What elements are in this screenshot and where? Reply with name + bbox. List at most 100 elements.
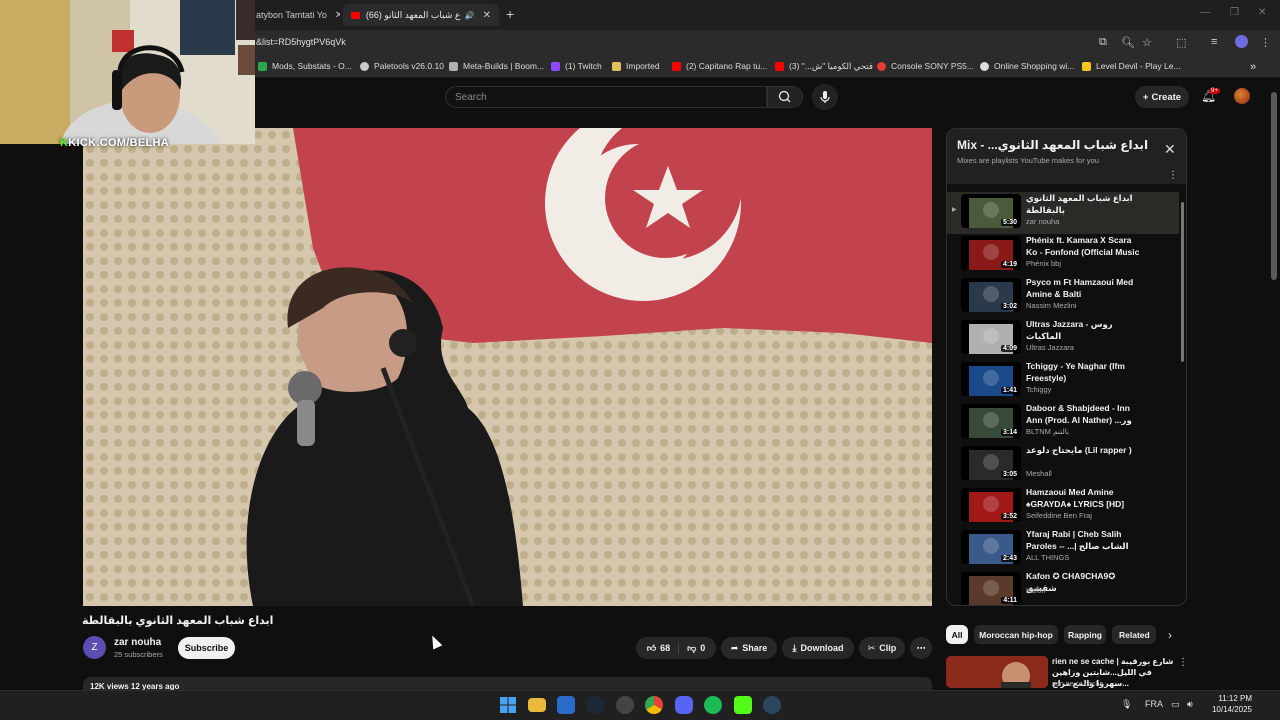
bookmark-icon — [1082, 61, 1091, 71]
star-icon[interactable]: ☆ — [1142, 36, 1152, 49]
file-explorer-icon[interactable] — [528, 698, 546, 712]
bookmark-item[interactable]: Imported — [612, 61, 660, 71]
bookmark-item[interactable]: Mods, Substats - O... — [258, 61, 352, 71]
maximize-icon[interactable]: ❐ — [1230, 7, 1239, 18]
chrome-icon[interactable] — [645, 696, 663, 714]
bookmark-item[interactable]: فتحي الكوميا "ش..." (3) — [775, 61, 873, 72]
settings-icon[interactable] — [616, 696, 634, 714]
bookmark-item[interactable]: Meta-Builds | Boom... — [449, 61, 544, 71]
browser-menu-icon[interactable]: ⋮ — [1260, 36, 1271, 49]
search-button[interactable] — [767, 86, 803, 108]
bookmark-icon — [980, 61, 989, 71]
discord-icon[interactable] — [675, 696, 693, 714]
bookmark-item[interactable]: (1) Twitch — [551, 61, 602, 71]
playlist-item[interactable]: 4:11 Kafon ✪ CHA9CHA9✪ شقشق Kafon — [947, 570, 1179, 605]
clip-button[interactable]: ✂ Clip — [859, 637, 905, 659]
kick-watermark: KKICK.COM/BELHA — [60, 137, 169, 149]
media-control-icon[interactable]: ≡ — [1211, 36, 1217, 48]
close-icon[interactable]: ✕ — [1164, 141, 1176, 158]
subscribe-button[interactable]: Subscribe — [178, 637, 235, 659]
playlist-item[interactable]: 3:02 Psyco m Ft Hamzaoui Med Amine & Balt… — [947, 276, 1179, 318]
playlist-thumbnail[interactable]: 4:11 — [961, 572, 1021, 605]
zoom-icon[interactable]: 🔍︎ — [1121, 36, 1135, 49]
language-indicator[interactable]: FRA — [1145, 699, 1163, 709]
chip-rapping[interactable]: Rapping — [1064, 625, 1106, 644]
bookmark-item[interactable]: Paletools v26.0.10 — [360, 61, 444, 71]
steam-icon[interactable] — [586, 696, 604, 714]
bookmark-item[interactable]: Online Shopping wi... — [980, 61, 1074, 71]
playlist-item[interactable]: 3:52 Hamzaoui Med Amine ♠GRAYDA♠ LYRICS [… — [947, 486, 1179, 528]
playlist-thumbnail[interactable]: 5:30 — [961, 194, 1021, 228]
channel-avatar[interactable]: Z — [83, 636, 106, 659]
chevron-right-icon[interactable]: › — [1168, 628, 1172, 642]
close-tab-icon[interactable]: ✕ — [483, 10, 491, 21]
volume-icon[interactable]: 🔊︎ — [1187, 699, 1193, 710]
kick-app-icon[interactable] — [734, 696, 752, 714]
new-tab-button[interactable]: + — [506, 6, 514, 22]
search-input[interactable]: Search — [445, 86, 767, 108]
playlist-item[interactable]: 4:19 Phénix ft. Kamara X Scara Ko - Fonfo… — [947, 234, 1179, 276]
tab-inactive[interactable]: atybon Tamtati Yo ✕ — [248, 4, 340, 26]
close-window-icon[interactable]: ✕ — [1258, 7, 1266, 18]
store-icon[interactable] — [557, 696, 575, 714]
playlist-thumbnail[interactable]: 4:19 — [961, 236, 1021, 270]
network-icon[interactable]: ▭ — [1171, 699, 1180, 710]
steam-app-icon[interactable] — [763, 696, 781, 714]
more-bookmarks-icon[interactable]: » — [1250, 61, 1256, 73]
playlist-item[interactable]: ▶ 5:30 ابداع شباب المعهد الثانوي بالبقالطة… — [947, 192, 1179, 234]
spotify-icon[interactable] — [704, 696, 722, 714]
mic-tray-icon[interactable]: 🎙︎ — [1121, 699, 1132, 710]
playlist-item[interactable]: 1:41 Tchiggy - Ye Naghar (Ifm Freestyle) T… — [947, 360, 1179, 402]
more-icon[interactable]: ⋮ — [1168, 170, 1178, 181]
chip-all[interactable]: All — [946, 625, 968, 644]
playlist-thumbnail[interactable]: 1:41 — [961, 362, 1021, 396]
windows-start-icon[interactable] — [499, 696, 517, 714]
voice-search-button[interactable] — [812, 84, 838, 110]
account-avatar[interactable] — [1234, 88, 1250, 104]
video-player[interactable] — [83, 128, 932, 606]
bookmark-item[interactable]: (2) Capitano Rap tu... — [672, 61, 767, 71]
chip-moroccan-hip-hop[interactable]: Moroccan hip-hop — [974, 625, 1058, 644]
playlist-thumbnail[interactable]: 3:02 — [961, 278, 1021, 312]
recommendation-channel[interactable]: rien ne se cache — [1052, 681, 1103, 688]
profile-avatar[interactable] — [1235, 35, 1248, 48]
playlist-thumbnail[interactable]: 3:14 — [961, 404, 1021, 438]
more-icon[interactable]: ⋮ — [1178, 657, 1188, 668]
extensions-icon[interactable]: ⬚ — [1176, 36, 1186, 49]
playlist-thumbnail[interactable]: 2:43 — [961, 530, 1021, 564]
close-tab-icon[interactable]: ✕ — [335, 10, 340, 21]
share-button[interactable]: ➦ Share — [721, 637, 777, 659]
playlist-scrollbar[interactable] — [1181, 202, 1184, 362]
mix-playlist-panel: Mix - ...ابداع شباب المعهد الثانوي Mixes… — [946, 128, 1187, 606]
playlist-thumbnail[interactable]: 3:52 — [961, 488, 1021, 522]
minimize-icon[interactable]: — — [1200, 7, 1210, 18]
recommendation-thumbnail[interactable] — [946, 656, 1048, 688]
playlist-item[interactable]: 4:09 Ultras Jazzara - روس الماكيات Ultras … — [947, 318, 1179, 360]
tab-active[interactable]: (66) ابداع شباب المعهد الثانو 🔊 ✕ — [343, 4, 499, 26]
channel-name[interactable]: zar nouha — [114, 637, 161, 648]
install-app-icon[interactable]: ⧉ — [1099, 36, 1107, 49]
playlist-item[interactable]: 3:14 Daboor & Shabjdeed - Inn Ann (Prod. … — [947, 402, 1179, 444]
speaker-icon[interactable]: 🔊 — [465, 11, 475, 20]
download-button[interactable]: ⤓ Download — [782, 637, 854, 659]
download-label: Download — [800, 643, 844, 653]
playlist-item[interactable]: 3:05 مايحتاج دلوعد (Lil rapper ) Meshall — [947, 444, 1179, 486]
playlist-item[interactable]: 2:43 Yfaraj Rabi | Cheb Salih Paroles -- … — [947, 528, 1179, 570]
page-scrollbar[interactable] — [1271, 92, 1277, 280]
bookmark-label: (1) Twitch — [565, 61, 602, 71]
url-text[interactable]: &list=RD5hygtPV6qVk — [256, 37, 346, 47]
chip-related[interactable]: Related — [1112, 625, 1156, 644]
like-button[interactable]: 👍︎ 68 — [647, 642, 680, 654]
more-actions-button[interactable]: ⋯ — [910, 637, 932, 659]
bookmark-item[interactable]: Level Devil - Play Le... — [1082, 61, 1181, 71]
dislike-button[interactable]: 👎︎ 0 — [683, 643, 705, 654]
bookmark-item[interactable]: Console SONY PS5... — [877, 61, 974, 71]
playlist-thumbnail[interactable]: 4:09 — [961, 320, 1021, 354]
playlist-item-title: ابداع شباب المعهد الثانوي بالبقالطة — [1026, 193, 1133, 215]
playlist-thumbnail[interactable]: 3:05 — [961, 446, 1021, 480]
playlist-title[interactable]: Mix - ...ابداع شباب المعهد الثانوي — [957, 138, 1148, 152]
notification-badge: 9+ — [1209, 88, 1220, 94]
create-button[interactable]: + Create — [1135, 86, 1189, 108]
clock-time[interactable]: 11:12 PM — [1206, 694, 1252, 703]
clock-date[interactable]: 10/14/2025 — [1206, 705, 1252, 714]
